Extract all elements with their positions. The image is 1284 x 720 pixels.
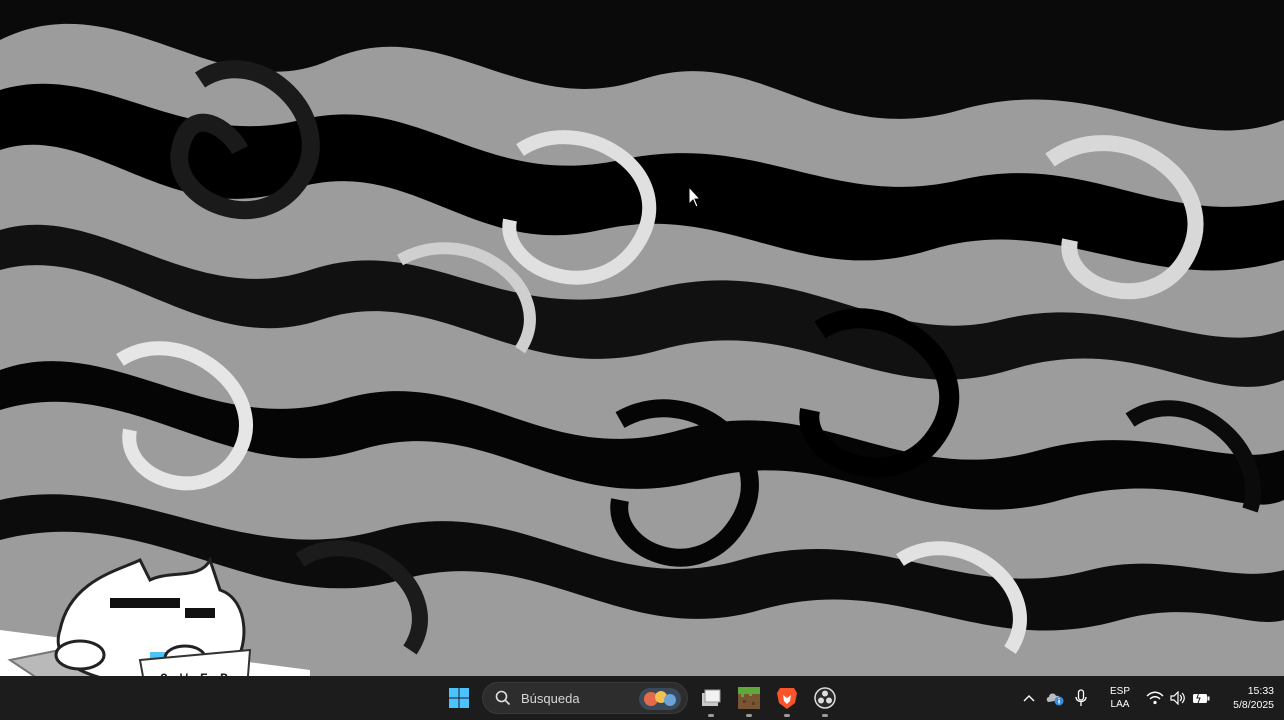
taskbar-app-file-explorer[interactable] (692, 678, 730, 718)
microphone-tray-button[interactable] (1068, 680, 1094, 716)
system-tray: ESP LAA 15:33 5/8/2025 (1016, 676, 1284, 720)
language-primary: ESP (1109, 686, 1130, 697)
running-indicator (822, 714, 828, 717)
taskbar-search-box[interactable]: Búsqueda (482, 682, 688, 714)
microphone-icon (1075, 689, 1087, 706)
taskbar-app-obs[interactable] (806, 678, 844, 718)
clock-date: 5/8/2025 (1233, 699, 1274, 711)
show-hidden-icons-button[interactable] (1016, 680, 1042, 716)
taskbar: Búsqueda ESP LAA 15:33 5/8/2025 (0, 676, 1284, 720)
language-secondary: LAA (1110, 699, 1130, 710)
network-volume-battery-button[interactable] (1146, 680, 1210, 716)
taskbar-clock[interactable]: 15:33 5/8/2025 (1210, 684, 1284, 712)
search-highlight-icon (639, 688, 681, 710)
brave-browser-icon (777, 688, 797, 709)
running-indicator (784, 714, 790, 717)
search-placeholder: Búsqueda (521, 690, 580, 706)
arrow-cursor-icon (688, 186, 702, 208)
start-button[interactable] (440, 678, 478, 718)
onedrive-tray-button[interactable] (1042, 680, 1068, 716)
running-indicator (746, 714, 752, 717)
volume-icon (1170, 691, 1185, 705)
desktop[interactable]: Q W E R A S D (0, 0, 1284, 720)
search-icon (495, 690, 511, 706)
running-indicator (708, 714, 714, 717)
clock-time: 15:33 (1247, 685, 1274, 697)
minecraft-icon (738, 687, 760, 709)
battery-icon (1193, 692, 1210, 704)
file-explorer-icon (702, 689, 721, 706)
chevron-up-icon (1023, 695, 1035, 702)
cloud-info-icon (1046, 693, 1064, 706)
wifi-icon (1146, 691, 1164, 705)
taskbar-app-brave[interactable] (768, 678, 806, 718)
windows-start-icon (449, 688, 469, 708)
obs-studio-icon (814, 687, 836, 709)
taskbar-app-minecraft[interactable] (730, 678, 768, 718)
input-language-indicator[interactable]: ESP LAA (1100, 685, 1140, 711)
taskbar-center: Búsqueda (440, 676, 844, 720)
